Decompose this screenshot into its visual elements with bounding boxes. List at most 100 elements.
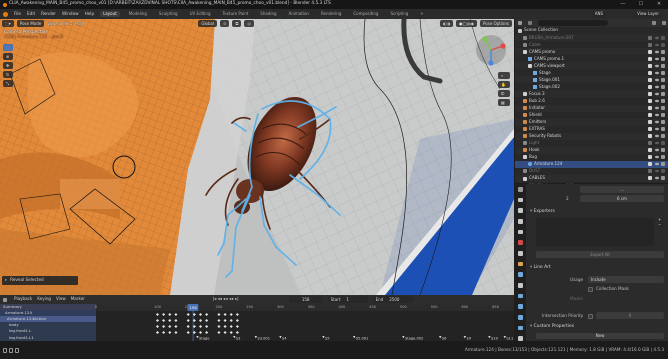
keyframe[interactable] bbox=[155, 324, 160, 329]
3d-viewport[interactable] bbox=[0, 19, 514, 295]
timeline-menu-marker[interactable]: Marker bbox=[71, 297, 85, 301]
zoom-icon[interactable]: ⌕ bbox=[498, 72, 510, 79]
properties-tab-collection-icon[interactable] bbox=[518, 251, 523, 256]
close-button[interactable]: ✕ bbox=[650, 0, 668, 9]
exclude-checkbox-icon[interactable] bbox=[648, 49, 652, 54]
render-camera-icon[interactable] bbox=[661, 42, 665, 47]
keyframe[interactable] bbox=[229, 312, 233, 317]
visibility-eye-icon[interactable] bbox=[654, 57, 659, 60]
visibility-eye-icon[interactable] bbox=[654, 92, 659, 96]
channel-row[interactable]: leg.front1.L1 bbox=[0, 334, 96, 341]
move-tool-icon[interactable]: ✥ bbox=[3, 62, 13, 69]
dopesheet-editor-icon[interactable] bbox=[3, 297, 7, 302]
workspace-tab-layout[interactable]: Layout bbox=[100, 11, 120, 17]
properties-tab-world-icon[interactable] bbox=[518, 240, 523, 246]
visibility-eye-icon[interactable] bbox=[654, 163, 659, 166]
render-camera-icon[interactable] bbox=[661, 134, 665, 139]
list-item-value[interactable]: 6 cm bbox=[580, 195, 664, 202]
keyframe[interactable] bbox=[223, 330, 227, 335]
exclude-checkbox-icon[interactable] bbox=[648, 63, 652, 68]
exclude-checkbox-icon[interactable] bbox=[648, 155, 652, 160]
add-workspace-button[interactable]: + bbox=[417, 11, 426, 17]
minimize-button[interactable]: — bbox=[614, 0, 632, 9]
visibility-eye-icon[interactable] bbox=[654, 142, 659, 145]
outliner-search-input[interactable] bbox=[538, 20, 608, 26]
exclude-checkbox-icon[interactable] bbox=[648, 113, 652, 118]
keyframe[interactable] bbox=[235, 330, 239, 335]
keyframe[interactable] bbox=[217, 312, 221, 317]
outliner-row[interactable]: Focus 3 bbox=[515, 90, 668, 98]
filter-icon[interactable] bbox=[652, 21, 656, 25]
properties-tab-render-icon[interactable] bbox=[518, 197, 523, 203]
collection-mask-checkbox[interactable] bbox=[588, 287, 593, 292]
visibility-eye-icon[interactable] bbox=[654, 170, 659, 173]
outliner-row[interactable]: Bub 2.6 bbox=[515, 97, 668, 104]
keyframe[interactable] bbox=[198, 324, 203, 329]
timeline-keyframes-area[interactable]: Stage S3 S3.001 S4 S5 S5.001 Stage.002 S6 S9 S10 S… bbox=[96, 311, 514, 341]
keyframe[interactable] bbox=[155, 330, 160, 335]
properties-tab-scene-icon[interactable] bbox=[518, 229, 523, 235]
proportional-edit-icon[interactable]: ◎ bbox=[244, 20, 254, 27]
pose-options-dropdown[interactable]: Pose Options bbox=[480, 20, 512, 27]
render-camera-icon[interactable] bbox=[661, 113, 665, 118]
overlays-icon[interactable]: ◐◑ bbox=[440, 20, 454, 27]
outliner-row[interactable]: Emitters bbox=[515, 118, 668, 126]
outliner-row[interactable]: Initiator bbox=[515, 104, 668, 112]
render-camera-icon[interactable] bbox=[661, 162, 665, 167]
current-frame-field[interactable]: 158 bbox=[288, 296, 323, 303]
frame-start-field[interactable]: Start 1 bbox=[327, 296, 368, 303]
properties-tab-bone-icon[interactable] bbox=[518, 325, 523, 331]
custom-properties-section-header[interactable]: Custom Properties bbox=[530, 324, 574, 329]
viewport-menu-view[interactable]: View bbox=[47, 21, 57, 26]
outliner-row[interactable]: Cable bbox=[515, 41, 668, 48]
exclude-checkbox-icon[interactable] bbox=[648, 120, 652, 125]
workspace-tab-uv-editing[interactable]: UV Editing bbox=[187, 11, 214, 17]
keyframe[interactable] bbox=[168, 312, 172, 317]
outliner-row[interactable]: CAMS promo.1 bbox=[515, 55, 668, 62]
list-remove-icon[interactable]: − bbox=[657, 223, 664, 227]
keyframe[interactable] bbox=[162, 330, 166, 335]
keyframe[interactable] bbox=[235, 324, 239, 329]
keyframe[interactable] bbox=[205, 324, 209, 329]
outliner-row[interactable]: CAMS viewport bbox=[515, 62, 668, 70]
menu-help[interactable]: Help bbox=[85, 11, 95, 16]
playhead-frame-label[interactable]: 158 bbox=[187, 304, 199, 311]
outliner-row[interactable]: Bug bbox=[515, 154, 668, 161]
keyframe[interactable] bbox=[229, 324, 233, 329]
keyframe[interactable] bbox=[223, 312, 227, 317]
visibility-eye-icon[interactable] bbox=[654, 177, 659, 180]
outliner-row[interactable]: Armature.124 bbox=[515, 160, 668, 168]
properties-tab-modifier-icon[interactable] bbox=[518, 272, 523, 278]
properties-tab-constraints-icon[interactable] bbox=[518, 304, 523, 310]
exclude-checkbox-icon[interactable] bbox=[648, 127, 652, 132]
render-camera-icon[interactable] bbox=[661, 120, 665, 125]
exclude-checkbox-icon[interactable] bbox=[648, 134, 652, 139]
timeline-menu-keying[interactable]: Keying bbox=[37, 297, 51, 301]
properties-tab-object-icon[interactable] bbox=[518, 261, 523, 267]
exporters-section-header[interactable]: Exporters bbox=[530, 209, 555, 214]
visibility-eye-icon[interactable] bbox=[654, 36, 659, 39]
grid-view-icon[interactable]: ▦ bbox=[498, 99, 510, 106]
keyframe[interactable] bbox=[198, 312, 203, 317]
keyframe[interactable] bbox=[229, 318, 233, 323]
properties-tab-physics-icon[interactable] bbox=[518, 293, 523, 299]
keyframe[interactable] bbox=[205, 330, 209, 335]
exclude-checkbox-icon[interactable] bbox=[648, 169, 652, 174]
shading-mode-icons[interactable]: ●◯◍◉ bbox=[456, 20, 478, 27]
outliner-row[interactable]: EXTRAS bbox=[515, 126, 668, 133]
keyframe[interactable] bbox=[235, 318, 239, 323]
timeline-menu-playback[interactable]: Playback bbox=[14, 297, 32, 301]
menu-file[interactable]: File bbox=[14, 11, 21, 16]
keyframe[interactable] bbox=[174, 312, 178, 317]
intersection-priority-checkbox[interactable] bbox=[588, 314, 593, 319]
properties-tab-view-layer-icon[interactable] bbox=[518, 219, 523, 224]
keyframe[interactable] bbox=[198, 318, 203, 323]
exclude-checkbox-icon[interactable] bbox=[648, 56, 652, 61]
visibility-eye-icon[interactable] bbox=[654, 71, 659, 74]
outliner-row[interactable]: BRUSH_Armature.007 bbox=[515, 34, 668, 42]
workspace-tab-animation[interactable]: Animation bbox=[286, 11, 312, 17]
rotate-tool-icon[interactable]: ↻ bbox=[3, 71, 13, 78]
keyframe[interactable] bbox=[174, 330, 178, 335]
keyframe[interactable] bbox=[217, 330, 221, 335]
keyframe[interactable] bbox=[174, 324, 178, 329]
